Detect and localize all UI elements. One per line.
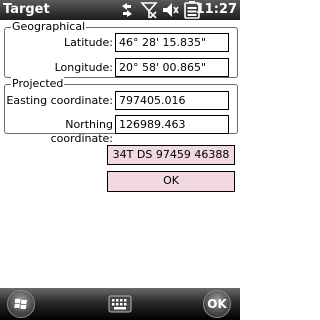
softkey-bar: OK	[0, 288, 240, 320]
geographical-legend: Geographical	[11, 20, 87, 34]
window-title: Target	[3, 2, 50, 17]
projected-legend: Projected	[11, 77, 65, 91]
no-signal-icon[interactable]	[140, 0, 158, 20]
sync-icon[interactable]	[119, 0, 135, 20]
windows-logo-icon	[14, 298, 27, 310]
title-bar: Target 11:27	[0, 0, 240, 20]
easting-field[interactable]: 797405.016	[115, 91, 229, 110]
content-area: Geographical Latitude: 46° 28' 15.835" L…	[0, 20, 240, 288]
longitude-label: Longitude:	[54, 61, 113, 74]
projected-group: Projected Easting coordinate: 797405.016…	[4, 77, 238, 145]
easting-label: Easting coordinate:	[6, 94, 113, 107]
longitude-field[interactable]: 20° 58' 00.865"	[115, 58, 229, 77]
softkey-ok-label: OK	[207, 297, 227, 311]
latitude-field[interactable]: 46° 28' 15.835"	[115, 33, 229, 52]
clock[interactable]: 11:27	[196, 1, 237, 19]
geographical-group: Geographical Latitude: 46° 28' 15.835" L…	[4, 20, 238, 78]
start-button[interactable]	[7, 290, 35, 318]
grid-reference-button[interactable]: 34T DS 97459 46388	[107, 145, 235, 165]
volume-icon[interactable]	[161, 0, 179, 20]
keyboard-icon[interactable]	[108, 295, 132, 313]
softkey-ok-button[interactable]: OK	[203, 290, 231, 318]
ok-button[interactable]: OK	[107, 171, 235, 192]
latitude-label: Latitude:	[64, 36, 113, 49]
northing-field[interactable]: 126989.463	[115, 115, 229, 134]
northing-label: Northing coordinate:	[50, 118, 113, 145]
